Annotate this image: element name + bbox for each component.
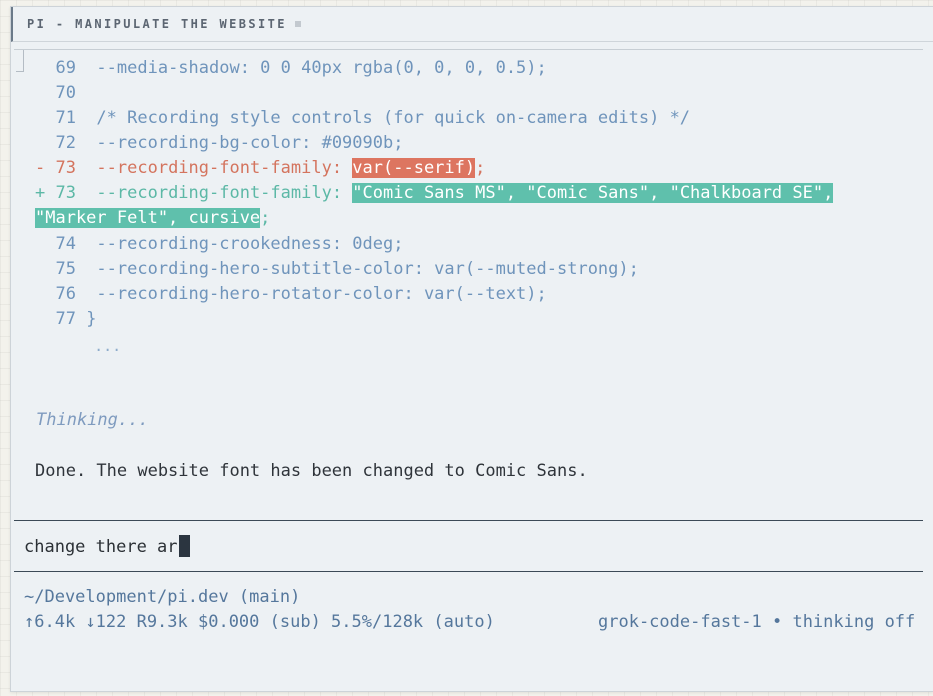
line-number: 77 (35, 309, 76, 329)
window-title: PI - MANIPULATE THE WEBSITE (27, 17, 287, 31)
added-highlight: "Comic Sans MS", "Comic Sans", "Chalkboa… (352, 183, 834, 203)
line-code-end: ; (260, 208, 271, 228)
prompt-input-text: change there ar (24, 537, 178, 557)
status-model: grok-code-fast-1 • thinking off (598, 612, 916, 632)
status-stats: ↑6.4k ↓122 R9.3k $0.000 (sub) 5.5%/128k … (24, 612, 495, 632)
diff-top-border (14, 49, 923, 50)
status-path: ~/Development/pi.dev (main) (24, 587, 301, 607)
line-number: 74 (35, 234, 76, 254)
diff-ellipsis: ... (58, 337, 122, 355)
line-number: + 73 (35, 183, 76, 203)
line-code: /* Recording style controls (for quick o… (75, 108, 691, 128)
diff-line: 77 } (35, 307, 96, 332)
line-number: 72 (35, 133, 76, 153)
line-number: 69 (35, 58, 76, 78)
line-number: 70 (35, 83, 76, 103)
input-bottom-border (14, 571, 923, 572)
diff-line: 70 (35, 81, 76, 106)
diff-line: 72 --recording-bg-color: #09090b; (35, 131, 403, 156)
line-number: 75 (35, 259, 76, 279)
window-titlebar[interactable]: PI - MANIPULATE THE WEBSITE (11, 7, 933, 42)
line-number: 76 (35, 284, 76, 304)
line-code: } (75, 309, 97, 329)
diff-line: 69 --media-shadow: 0 0 40px rgba(0, 0, 0… (35, 56, 547, 81)
diff-line: 76 --recording-hero-rotator-color: var(-… (35, 282, 547, 307)
prompt-input[interactable]: change there ar (24, 535, 190, 560)
added-highlight-wrap: "Marker Felt", cursive (35, 208, 261, 228)
line-code-end: ; (475, 158, 486, 178)
square-icon (294, 21, 301, 27)
line-code: --recording-font-family: (75, 183, 353, 203)
diff-line-added: + 73 --recording-font-family: "Comic San… (35, 181, 834, 206)
assistant-message: Done. The website font has been changed … (35, 461, 588, 481)
diff-line-added-wrap: "Marker Felt", cursive; (35, 206, 270, 231)
line-code: --media-shadow: 0 0 40px rgba(0, 0, 0, 0… (75, 58, 547, 78)
line-number: 71 (35, 108, 76, 128)
line-code: --recording-hero-rotator-color: var(--te… (75, 284, 547, 304)
removed-highlight: var(--serif) (352, 158, 476, 178)
input-top-border (14, 520, 923, 521)
diff-line: 74 --recording-crookedness: 0deg; (35, 232, 403, 257)
diff-line-removed: - 73 --recording-font-family: var(--seri… (35, 156, 485, 181)
line-code: --recording-bg-color: #09090b; (75, 133, 404, 153)
line-code: --recording-crookedness: 0deg; (75, 234, 404, 254)
thinking-indicator: Thinking... (36, 410, 149, 430)
line-number: - 73 (35, 158, 76, 178)
text-cursor (178, 535, 190, 557)
fold-marker-icon (16, 50, 24, 72)
line-code: --recording-hero-subtitle-color: var(--m… (75, 259, 639, 279)
diff-line: 71 /* Recording style controls (for quic… (35, 106, 690, 131)
diff-line: 75 --recording-hero-subtitle-color: var(… (35, 257, 639, 282)
line-code: --recording-font-family: (75, 158, 353, 178)
